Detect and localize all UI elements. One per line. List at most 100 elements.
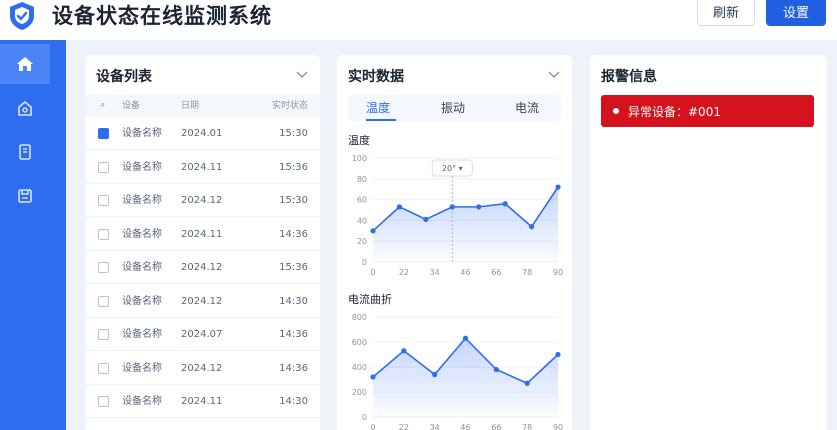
- current-chart-title: 电流曲折: [348, 293, 392, 306]
- x-tick-label: 34: [430, 268, 440, 277]
- device-status-time: 15:30: [279, 195, 308, 206]
- device-date: 2024.11: [181, 396, 223, 407]
- x-tick-label: 0: [370, 423, 375, 430]
- row-checkbox[interactable]: [98, 228, 109, 240]
- device-status-time: 15:30: [279, 128, 308, 139]
- device-date: 2024.12: [181, 195, 223, 206]
- app-header: 设备状态在线监测系统 刷新 设置: [0, 0, 837, 40]
- device-date: 2024.11: [181, 228, 223, 240]
- refresh-button[interactable]: 刷新: [697, 0, 755, 26]
- device-name: 设备名称: [122, 262, 162, 273]
- device-status-time: 14:36: [279, 362, 308, 374]
- tab-temperature[interactable]: 温度: [366, 95, 390, 121]
- chevron-down-icon[interactable]: [548, 69, 560, 79]
- device-status-time: 14:30: [279, 396, 308, 407]
- table-row[interactable]: 设备名称 2024.12 14:36: [85, 352, 320, 385]
- device-date: 2024.11: [181, 161, 223, 173]
- settings-button[interactable]: 设置: [766, 0, 826, 26]
- table-row[interactable]: 设备名称 2024.12 14:30: [85, 285, 320, 318]
- table-row[interactable]: 设备名称 2024.12 15:30: [85, 184, 320, 217]
- device-name: 设备名称: [122, 362, 162, 374]
- data-point: [555, 351, 561, 358]
- tab-current[interactable]: 电流: [515, 95, 539, 121]
- device-status-time: 15:36: [279, 161, 308, 173]
- data-point: [432, 371, 438, 378]
- column-header-device: 设备: [122, 101, 141, 111]
- data-point: [396, 204, 403, 210]
- device-list-title: 设备列表: [96, 69, 152, 85]
- table-row[interactable]: 设备名称 2024.01 15:30: [85, 117, 320, 150]
- alarm-item[interactable]: 异常设备：#001: [601, 95, 814, 127]
- device-date: 2024.12: [181, 362, 223, 374]
- sidebar-item-save[interactable]: [0, 176, 50, 216]
- y-tick-label: 200: [352, 388, 367, 397]
- device-date: 2024.07: [181, 329, 223, 340]
- table-row[interactable]: 设备名称 2024.12 15:36: [85, 251, 320, 284]
- x-tick-label: 66: [491, 268, 501, 277]
- row-checkbox[interactable]: [98, 329, 109, 340]
- x-tick-label: 46: [460, 268, 470, 277]
- data-point: [462, 335, 469, 341]
- header-select-icon: ⚬: [99, 101, 107, 111]
- table-row[interactable]: 设备名称 2024.07 14:36: [85, 318, 320, 351]
- current-chart: 0 200 400 600 800 0 22 34 46 66 78 90: [352, 313, 563, 430]
- device-icon: [18, 100, 32, 116]
- tooltip-label: 20° ▾: [442, 164, 463, 173]
- chevron-down-icon[interactable]: [296, 69, 308, 79]
- data-point: [370, 374, 376, 380]
- device-status-time: 15:36: [279, 262, 308, 273]
- x-tick-label: 34: [430, 423, 440, 430]
- device-status-time: 14:36: [279, 228, 308, 240]
- alarm-dot-icon: [613, 108, 619, 114]
- temperature-chart-title: 温度: [348, 134, 370, 147]
- x-tick-label: 22: [399, 423, 409, 430]
- data-point: [493, 366, 499, 373]
- y-tick-label: 400: [352, 363, 367, 372]
- y-tick-label: 60: [357, 196, 367, 205]
- column-header-status: 实时状态: [271, 101, 308, 111]
- row-checkbox[interactable]: [98, 161, 109, 173]
- app-title: 设备状态在线监测系统: [52, 4, 272, 28]
- data-point: [528, 224, 535, 230]
- home-icon: [17, 57, 33, 71]
- row-checkbox[interactable]: [98, 128, 109, 139]
- alarm-panel: 报警信息 异常设备：#001: [590, 55, 827, 430]
- device-table-header: ⚬ 设备 日期 实时状态: [85, 95, 320, 117]
- table-row[interactable]: 设备名称 2024.11 14:36: [85, 218, 320, 251]
- realtime-tabs: 温度 振动 电流: [348, 95, 561, 121]
- data-point: [502, 201, 508, 207]
- row-checkbox[interactable]: [98, 396, 109, 407]
- row-checkbox[interactable]: [98, 262, 109, 273]
- sidebar-item-device[interactable]: [0, 88, 50, 128]
- table-row[interactable]: 设备名称 2024.11 14:30: [85, 385, 320, 418]
- device-name: 设备名称: [122, 329, 162, 340]
- x-tick-label: 66: [491, 423, 501, 430]
- y-tick-label: 800: [352, 313, 367, 322]
- device-status-time: 14:30: [279, 295, 308, 307]
- shield-logo-icon: [10, 2, 34, 30]
- sidebar-item-home[interactable]: [0, 44, 50, 84]
- sidebar-item-document[interactable]: [0, 132, 50, 172]
- device-date: 2024.01: [181, 128, 223, 139]
- data-point: [449, 204, 455, 210]
- row-checkbox[interactable]: [98, 195, 109, 206]
- x-tick-label: 46: [460, 423, 470, 430]
- x-tick-label: 22: [399, 268, 409, 277]
- tab-vibration[interactable]: 振动: [441, 95, 465, 121]
- data-point: [555, 184, 561, 190]
- x-tick-label: 90: [553, 268, 563, 277]
- y-tick-label: 80: [357, 175, 367, 184]
- data-point: [423, 216, 429, 222]
- x-tick-label: 90: [553, 423, 563, 430]
- x-tick-label: 78: [522, 268, 532, 277]
- row-checkbox[interactable]: [98, 295, 109, 307]
- temperature-chart: 0 20 40 60 80 100 0 22 34 46 66 78 90 20° ▾: [352, 154, 563, 277]
- x-tick-label: 78: [522, 423, 532, 430]
- data-point: [476, 204, 482, 210]
- table-row[interactable]: 设备名称 2024.11 15:36: [85, 151, 320, 184]
- document-icon: [19, 144, 31, 160]
- save-icon: [18, 189, 32, 203]
- row-checkbox[interactable]: [98, 362, 109, 374]
- series-area: [373, 338, 558, 417]
- y-tick-label: 0: [362, 413, 367, 422]
